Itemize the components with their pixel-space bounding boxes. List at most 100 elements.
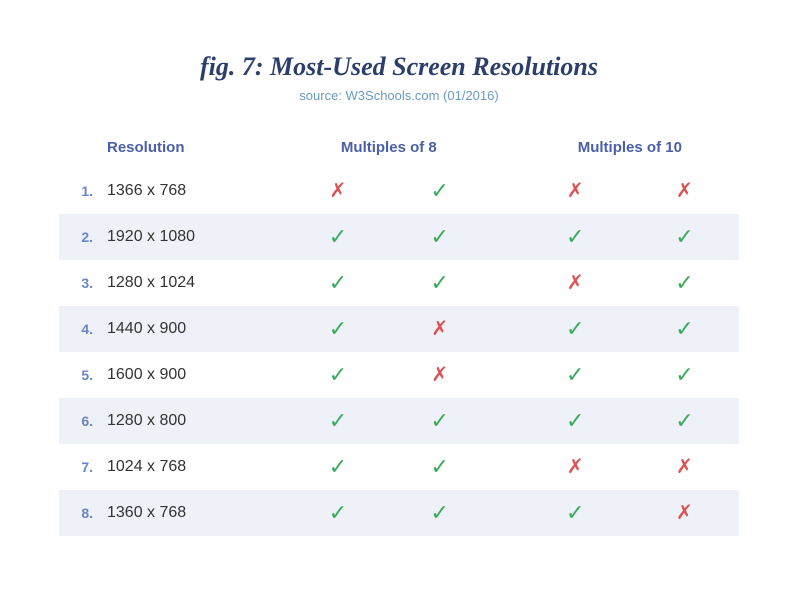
check-icon: ✓	[297, 316, 379, 342]
cross-icon: ✗	[531, 178, 620, 203]
cross-icon: ✗	[399, 316, 481, 341]
m8-width-cell: ✓	[287, 306, 389, 352]
check-icon: ✓	[399, 224, 481, 250]
chart-subtitle: source: W3Schools.com (01/2016)	[59, 88, 739, 103]
m8-height-cell: ✓	[389, 260, 491, 306]
check-icon: ✓	[640, 270, 729, 296]
table-row: 8. 1360 x 768 ✓ ✓ ✓ ✗	[59, 490, 739, 536]
m10-height-cell: ✗	[630, 168, 739, 214]
m10-height-cell: ✓	[630, 214, 739, 260]
m10-width-cell: ✓	[521, 398, 630, 444]
spacer-cell	[491, 168, 521, 214]
spacer-cell	[491, 398, 521, 444]
spacer-cell	[491, 214, 521, 260]
m8-height-cell: ✓	[389, 398, 491, 444]
m8-height-cell: ✗	[389, 352, 491, 398]
spacer-cell	[491, 490, 521, 536]
m10-width-cell: ✗	[521, 168, 630, 214]
m8-height-cell: ✗	[389, 306, 491, 352]
cross-icon: ✗	[531, 270, 620, 295]
table-row: 2. 1920 x 1080 ✓ ✓ ✓ ✓	[59, 214, 739, 260]
check-icon: ✓	[399, 408, 481, 434]
check-icon: ✓	[531, 500, 620, 526]
row-number: 2.	[59, 214, 97, 260]
spacer-cell	[491, 352, 521, 398]
table-row: 4. 1440 x 900 ✓ ✗ ✓ ✓	[59, 306, 739, 352]
table-row: 6. 1280 x 800 ✓ ✓ ✓ ✓	[59, 398, 739, 444]
resolution-table: Resolution Multiples of 8 Multiples of 1…	[59, 131, 739, 536]
main-card: fig. 7: Most-Used Screen Resolutions sou…	[19, 22, 779, 576]
resolution-header: Resolution	[97, 131, 287, 168]
check-icon: ✓	[297, 270, 379, 296]
spacer-header	[491, 131, 521, 168]
check-icon: ✓	[297, 500, 379, 526]
m10-height-cell: ✓	[630, 352, 739, 398]
m8-width-cell: ✗	[287, 168, 389, 214]
check-icon: ✓	[640, 408, 729, 434]
m10-width-cell: ✓	[521, 214, 630, 260]
resolution-value: 1024 x 768	[97, 444, 287, 490]
check-icon: ✓	[531, 316, 620, 342]
m8-height-cell: ✓	[389, 214, 491, 260]
m10-width-cell: ✓	[521, 352, 630, 398]
row-number: 5.	[59, 352, 97, 398]
check-icon: ✓	[399, 500, 481, 526]
table-row: 3. 1280 x 1024 ✓ ✓ ✗ ✓	[59, 260, 739, 306]
resolution-value: 1600 x 900	[97, 352, 287, 398]
resolution-value: 1280 x 1024	[97, 260, 287, 306]
check-icon: ✓	[640, 316, 729, 342]
multiples8-header: Multiples of 8	[287, 131, 491, 168]
m8-width-cell: ✓	[287, 260, 389, 306]
check-icon: ✓	[531, 224, 620, 250]
table-row: 7. 1024 x 768 ✓ ✓ ✗ ✗	[59, 444, 739, 490]
check-icon: ✓	[399, 270, 481, 296]
row-number: 8.	[59, 490, 97, 536]
row-number: 3.	[59, 260, 97, 306]
check-icon: ✓	[531, 408, 620, 434]
resolution-value: 1280 x 800	[97, 398, 287, 444]
multiples10-header: Multiples of 10	[521, 131, 739, 168]
m8-width-cell: ✓	[287, 214, 389, 260]
m10-width-cell: ✗	[521, 260, 630, 306]
check-icon: ✓	[297, 224, 379, 250]
row-number: 4.	[59, 306, 97, 352]
m10-height-cell: ✓	[630, 306, 739, 352]
check-icon: ✓	[297, 362, 379, 388]
m8-height-cell: ✓	[389, 444, 491, 490]
cross-icon: ✗	[640, 454, 729, 479]
spacer-cell	[491, 306, 521, 352]
cross-icon: ✗	[531, 454, 620, 479]
m10-height-cell: ✓	[630, 260, 739, 306]
cross-icon: ✗	[640, 178, 729, 203]
m10-width-cell: ✓	[521, 306, 630, 352]
m10-width-cell: ✗	[521, 444, 630, 490]
m10-height-cell: ✗	[630, 490, 739, 536]
check-icon: ✓	[297, 454, 379, 480]
row-number: 6.	[59, 398, 97, 444]
m8-height-cell: ✓	[389, 168, 491, 214]
m8-width-cell: ✓	[287, 352, 389, 398]
table-row: 1. 1366 x 768 ✗ ✓ ✗ ✗	[59, 168, 739, 214]
cross-icon: ✗	[297, 178, 379, 203]
m10-height-cell: ✗	[630, 444, 739, 490]
spacer-cell	[491, 260, 521, 306]
m8-width-cell: ✓	[287, 490, 389, 536]
m10-width-cell: ✓	[521, 490, 630, 536]
table-row: 5. 1600 x 900 ✓ ✗ ✓ ✓	[59, 352, 739, 398]
resolution-value: 1920 x 1080	[97, 214, 287, 260]
check-icon: ✓	[399, 454, 481, 480]
check-icon: ✓	[640, 224, 729, 250]
m8-width-cell: ✓	[287, 444, 389, 490]
check-icon: ✓	[297, 408, 379, 434]
m10-height-cell: ✓	[630, 398, 739, 444]
check-icon: ✓	[531, 362, 620, 388]
m8-height-cell: ✓	[389, 490, 491, 536]
cross-icon: ✗	[399, 362, 481, 387]
cross-icon: ✗	[640, 500, 729, 525]
spacer-cell	[491, 444, 521, 490]
resolution-value: 1366 x 768	[97, 168, 287, 214]
row-number: 1.	[59, 168, 97, 214]
check-icon: ✓	[399, 178, 481, 204]
m8-width-cell: ✓	[287, 398, 389, 444]
resolution-value: 1360 x 768	[97, 490, 287, 536]
